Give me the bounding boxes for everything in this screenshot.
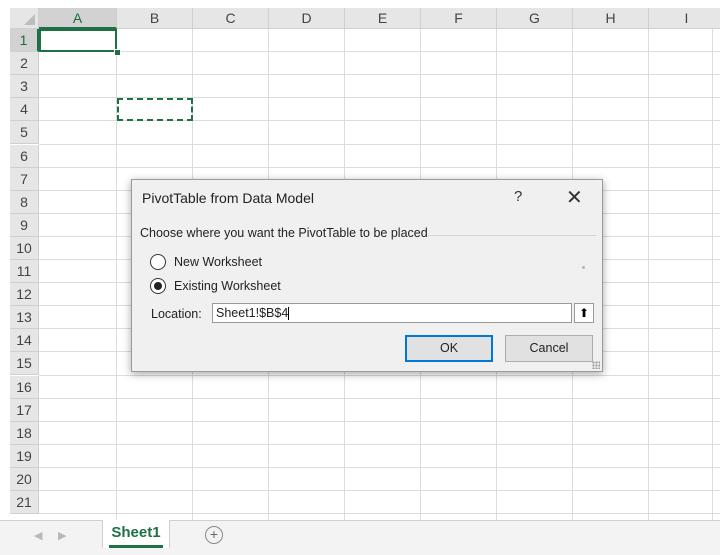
row-header-16[interactable]: 16 <box>10 375 39 399</box>
sheet-tab-label: Sheet1 <box>111 524 161 541</box>
grid-line <box>39 374 720 376</box>
row-header-11[interactable]: 11 <box>10 260 39 283</box>
row-header-5[interactable]: 5 <box>10 121 39 145</box>
scroll-left-icon[interactable]: ◀ <box>34 529 42 542</box>
grid-line <box>712 29 713 520</box>
grid-line <box>39 51 720 53</box>
row-header-17[interactable]: 17 <box>10 398 39 422</box>
row-header-19[interactable]: 19 <box>10 444 39 468</box>
column-header-b[interactable]: B <box>117 8 193 29</box>
existing-worksheet-radio[interactable] <box>150 278 166 294</box>
grid-line <box>39 74 720 76</box>
new-worksheet-label[interactable]: New Worksheet <box>174 255 262 269</box>
pivottable-dialog: PivotTable from Data Model ? ✕ Choose wh… <box>131 179 603 372</box>
copy-marquee-b4 <box>117 98 193 121</box>
active-cell-a1[interactable] <box>39 29 117 52</box>
new-worksheet-radio[interactable] <box>150 254 166 270</box>
decoration-dot <box>582 266 585 269</box>
cancel-button[interactable]: Cancel <box>505 335 593 362</box>
sheet-tab-bar: ◀ ▶ Sheet1 + <box>0 520 720 555</box>
column-header-h[interactable]: H <box>573 8 649 29</box>
grid-line <box>39 466 720 468</box>
row-header-9[interactable]: 9 <box>10 213 39 237</box>
row-header-12[interactable]: 12 <box>10 283 39 307</box>
location-input[interactable]: Sheet1!$B$4 <box>212 303 572 323</box>
select-all-corner[interactable] <box>10 8 39 29</box>
row-header-21[interactable]: 21 <box>10 491 39 514</box>
existing-worksheet-label[interactable]: Existing Worksheet <box>174 279 281 293</box>
row-header-10[interactable]: 10 <box>10 236 39 260</box>
grid-line <box>39 490 720 491</box>
grid-line <box>39 443 720 445</box>
grid-line <box>39 166 720 168</box>
location-label: Location: <box>151 307 202 321</box>
ok-button[interactable]: OK <box>405 335 493 362</box>
row-header-2[interactable]: 2 <box>10 52 39 76</box>
scroll-right-icon[interactable]: ▶ <box>58 529 66 542</box>
row-header-15[interactable]: 15 <box>10 352 39 376</box>
column-header-f[interactable]: F <box>421 8 497 29</box>
row-header-1[interactable]: 1 <box>10 29 39 52</box>
grid-line <box>39 143 720 145</box>
grid-line <box>648 29 649 520</box>
collapse-dialog-icon[interactable]: ⬆ <box>574 303 594 323</box>
row-header-4[interactable]: 4 <box>10 98 39 122</box>
location-value: Sheet1!$B$4 <box>216 306 289 320</box>
resize-grip[interactable] <box>592 361 600 369</box>
row-header-7[interactable]: 7 <box>10 167 39 191</box>
grid-line <box>39 513 720 515</box>
column-header-a[interactable]: A <box>39 8 117 29</box>
row-header-6[interactable]: 6 <box>10 144 39 168</box>
row-header-18[interactable]: 18 <box>10 421 39 445</box>
column-header-d[interactable]: D <box>269 8 345 29</box>
column-header-i[interactable]: I <box>649 8 720 29</box>
row-header-14[interactable]: 14 <box>10 329 39 353</box>
group-divider <box>428 235 596 236</box>
add-sheet-icon[interactable]: + <box>205 526 223 544</box>
row-header-13[interactable]: 13 <box>10 306 39 330</box>
grid-line <box>39 397 720 399</box>
column-header-c[interactable]: C <box>193 8 269 29</box>
dialog-title: PivotTable from Data Model <box>142 190 314 206</box>
fill-handle[interactable] <box>114 49 121 56</box>
grid-line <box>39 420 720 422</box>
row-header-20[interactable]: 20 <box>10 467 39 491</box>
column-header-g[interactable]: G <box>497 8 573 29</box>
sheet-tab-sheet1[interactable]: Sheet1 <box>102 520 170 548</box>
placement-prompt: Choose where you want the PivotTable to … <box>140 226 428 240</box>
column-header-e[interactable]: E <box>345 8 421 29</box>
row-header-3[interactable]: 3 <box>10 75 39 99</box>
close-icon[interactable]: ✕ <box>566 185 583 210</box>
row-header-8[interactable]: 8 <box>10 190 39 214</box>
help-icon[interactable]: ? <box>514 188 522 205</box>
